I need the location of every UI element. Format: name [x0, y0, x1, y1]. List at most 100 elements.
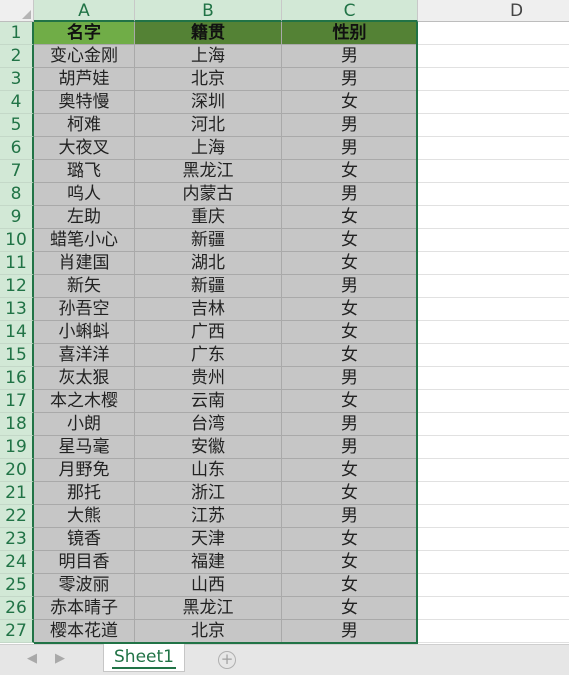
cell-name[interactable]: 孙吾空 [34, 298, 135, 321]
row-header[interactable]: 25 [0, 574, 34, 597]
row-header[interactable]: 26 [0, 597, 34, 620]
cell-name[interactable]: 星马毫 [34, 436, 135, 459]
cell-origin[interactable]: 福建 [135, 551, 282, 574]
cell-origin[interactable]: 新疆 [135, 229, 282, 252]
row-header[interactable]: 13 [0, 298, 34, 321]
cell-gender[interactable]: 男 [282, 505, 418, 528]
cell-name[interactable]: 小朗 [34, 413, 135, 436]
row-header[interactable]: 27 [0, 620, 34, 643]
cell-origin[interactable]: 上海 [135, 45, 282, 68]
row-header[interactable]: 22 [0, 505, 34, 528]
cell-origin[interactable]: 上海 [135, 137, 282, 160]
cell-gender[interactable]: 女 [282, 160, 418, 183]
cell-d[interactable] [418, 436, 569, 459]
cell-name[interactable]: 镜香 [34, 528, 135, 551]
cell-d[interactable] [418, 505, 569, 528]
cell-d[interactable] [418, 528, 569, 551]
cell-name[interactable]: 月野免 [34, 459, 135, 482]
cell-d[interactable] [418, 183, 569, 206]
chevron-left-icon[interactable]: ◀ [27, 651, 37, 666]
cell-name[interactable]: 柯难 [34, 114, 135, 137]
cell-d[interactable] [418, 413, 569, 436]
cell-d[interactable] [418, 459, 569, 482]
cell-d[interactable] [418, 160, 569, 183]
row-header[interactable]: 3 [0, 68, 34, 91]
column-header-d[interactable]: D [418, 0, 569, 22]
cell-name[interactable]: 肖建国 [34, 252, 135, 275]
row-header[interactable]: 20 [0, 459, 34, 482]
cell-origin[interactable]: 内蒙古 [135, 183, 282, 206]
cell-d[interactable] [418, 22, 569, 45]
cell-gender[interactable]: 男 [282, 413, 418, 436]
row-header[interactable]: 2 [0, 45, 34, 68]
cell-d[interactable] [418, 114, 569, 137]
cell-gender[interactable]: 女 [282, 344, 418, 367]
cell-d[interactable] [418, 91, 569, 114]
cell-d[interactable] [418, 275, 569, 298]
column-header-b[interactable]: B [135, 0, 282, 22]
row-header[interactable]: 9 [0, 206, 34, 229]
cell-d[interactable] [418, 597, 569, 620]
cell-gender[interactable]: 女 [282, 459, 418, 482]
row-header[interactable]: 12 [0, 275, 34, 298]
cell-gender[interactable]: 女 [282, 298, 418, 321]
cell-name[interactable]: 大熊 [34, 505, 135, 528]
cell-name[interactable]: 左助 [34, 206, 135, 229]
row-header[interactable]: 7 [0, 160, 34, 183]
cell-origin[interactable]: 山西 [135, 574, 282, 597]
cell-origin[interactable]: 河北 [135, 114, 282, 137]
cell-name[interactable]: 新矢 [34, 275, 135, 298]
cell-gender[interactable]: 女 [282, 551, 418, 574]
cell-origin[interactable]: 湖北 [135, 252, 282, 275]
row-header[interactable]: 21 [0, 482, 34, 505]
cell-name[interactable]: 赤本晴子 [34, 597, 135, 620]
cell-d[interactable] [418, 551, 569, 574]
row-header[interactable]: 11 [0, 252, 34, 275]
cell-d[interactable] [418, 321, 569, 344]
row-header[interactable]: 17 [0, 390, 34, 413]
row-header[interactable]: 23 [0, 528, 34, 551]
cell-name[interactable]: 本之木樱 [34, 390, 135, 413]
cell-gender[interactable]: 女 [282, 482, 418, 505]
cell-name[interactable]: 变心金刚 [34, 45, 135, 68]
cell-origin[interactable]: 北京 [135, 68, 282, 91]
cell-name[interactable]: 大夜叉 [34, 137, 135, 160]
row-header[interactable]: 1 [0, 22, 34, 45]
cell-gender[interactable]: 男 [282, 620, 418, 643]
cell-origin[interactable]: 广东 [135, 344, 282, 367]
cell-origin[interactable]: 黑龙江 [135, 597, 282, 620]
cell-name[interactable]: 蜡笔小心 [34, 229, 135, 252]
cell-gender[interactable]: 男 [282, 367, 418, 390]
cell-origin[interactable]: 吉林 [135, 298, 282, 321]
row-header[interactable]: 8 [0, 183, 34, 206]
cell-d[interactable] [418, 574, 569, 597]
cell-name[interactable]: 奥特慢 [34, 91, 135, 114]
cell-origin[interactable]: 安徽 [135, 436, 282, 459]
cell-name[interactable]: 喜洋洋 [34, 344, 135, 367]
cell-name[interactable]: 灰太狠 [34, 367, 135, 390]
cell-gender[interactable]: 男 [282, 68, 418, 91]
cell-d[interactable] [418, 206, 569, 229]
sheet-tab-sheet1[interactable]: Sheet1 [103, 644, 185, 672]
select-all-corner[interactable] [0, 0, 34, 22]
spreadsheet-grid[interactable]: A B C D 1 名字 籍贯 性别 2 变心金刚 上海男 3 胡芦娃 北京男 4 奥特慢 深圳… [0, 0, 569, 644]
row-header[interactable]: 6 [0, 137, 34, 160]
cell-gender[interactable]: 男 [282, 137, 418, 160]
cell-origin[interactable]: 重庆 [135, 206, 282, 229]
cell-gender[interactable]: 男 [282, 183, 418, 206]
cell-gender[interactable]: 男 [282, 45, 418, 68]
row-header[interactable]: 4 [0, 91, 34, 114]
plus-circle-icon[interactable]: + [218, 651, 236, 669]
cell-d[interactable] [418, 298, 569, 321]
cell-origin[interactable]: 北京 [135, 620, 282, 643]
column-header-a[interactable]: A [34, 0, 135, 22]
chevron-right-icon[interactable]: ▶ [55, 651, 65, 666]
cell-origin[interactable]: 云南 [135, 390, 282, 413]
cell-d[interactable] [418, 252, 569, 275]
cell-name[interactable]: 胡芦娃 [34, 68, 135, 91]
cell-name[interactable]: 樱本花道 [34, 620, 135, 643]
cell-gender[interactable]: 女 [282, 574, 418, 597]
cell-name[interactable]: 那托 [34, 482, 135, 505]
cell-origin[interactable]: 新疆 [135, 275, 282, 298]
cell-origin[interactable]: 天津 [135, 528, 282, 551]
